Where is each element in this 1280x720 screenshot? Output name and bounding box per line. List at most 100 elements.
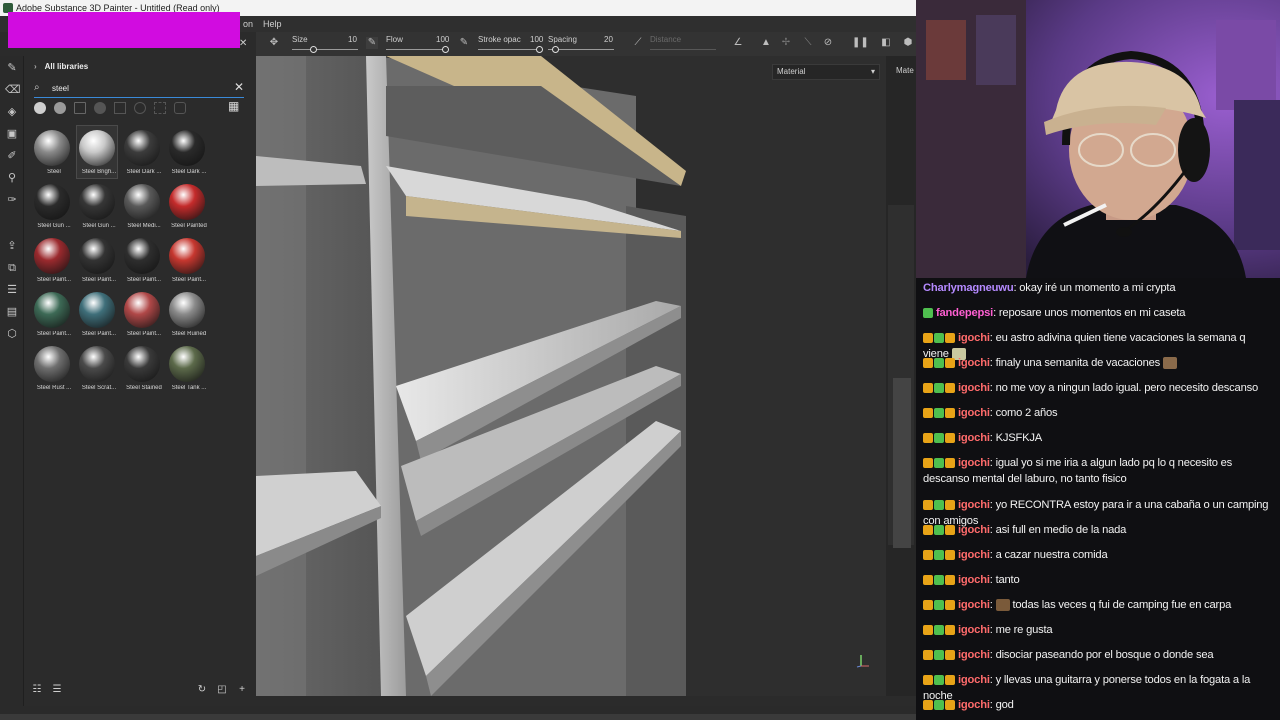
chat-username[interactable]: fandepepsi xyxy=(936,307,993,319)
material-thumbnail[interactable]: Steel Scrat... xyxy=(77,342,117,394)
user-badges xyxy=(923,547,956,563)
stroke-opacity-param[interactable]: Stroke opac 100 xyxy=(476,32,546,56)
filter-brushes-icon[interactable] xyxy=(114,102,126,114)
projection-icon[interactable]: ◈ xyxy=(5,105,19,119)
material-thumbnail[interactable]: Steel Paint... xyxy=(122,234,162,286)
flow-slider-track[interactable] xyxy=(386,49,448,50)
list-view-icon[interactable]: ☷ xyxy=(31,684,43,696)
material-thumbnail[interactable]: Steel Paint... xyxy=(32,234,72,286)
stroke-opacity-slider-handle[interactable] xyxy=(536,46,543,53)
material-thumbnail[interactable]: Steel Stained xyxy=(122,342,162,394)
size-param[interactable]: Size 10 xyxy=(290,32,360,56)
material-thumbnail[interactable]: Steel Tank ... xyxy=(167,342,207,394)
size-slider-track[interactable] xyxy=(292,49,358,50)
horizontal-scrollbar[interactable] xyxy=(0,714,916,720)
curve-icon[interactable]: ⟍ xyxy=(802,37,814,49)
properties-scrollbar[interactable] xyxy=(893,378,911,548)
asset-search[interactable]: ⌕ steel ✕ xyxy=(34,80,244,98)
material-thumbnail[interactable]: Steel Brigh... xyxy=(76,125,118,179)
spacing-slider-handle[interactable] xyxy=(552,46,559,53)
chat-username[interactable]: igochi xyxy=(958,499,990,511)
filter-alphas-icon[interactable] xyxy=(154,102,166,114)
flow-param[interactable]: Flow 100 xyxy=(384,32,452,56)
size-slider-handle[interactable] xyxy=(310,46,317,53)
flow-brush-icon[interactable]: ✎ xyxy=(366,37,378,49)
symmetry-icon[interactable]: ✥ xyxy=(268,37,280,49)
refresh-icon[interactable]: ↻ xyxy=(196,684,208,696)
chat-username[interactable]: igochi xyxy=(958,549,990,561)
add-icon[interactable]: + xyxy=(236,684,248,696)
viewport-mode-select[interactable]: Material ▾ xyxy=(772,64,880,80)
material-thumbnail[interactable]: Steel Gun ... xyxy=(32,180,72,232)
mirror-icon[interactable]: ▲ xyxy=(760,37,772,49)
material-thumbnail[interactable]: Steel Ruined xyxy=(167,288,207,340)
pause-icon[interactable]: ❚❚ xyxy=(852,37,869,49)
picker-icon[interactable]: ✑ xyxy=(5,193,19,207)
filter-materials-icon[interactable] xyxy=(34,102,46,114)
layers-icon[interactable]: ▤ xyxy=(5,305,19,319)
chat-username[interactable]: igochi xyxy=(958,357,990,369)
grid-view-icon[interactable]: ▦ xyxy=(228,100,240,112)
close-icon[interactable]: ✕ xyxy=(239,38,247,49)
chat-username[interactable]: igochi xyxy=(958,649,990,661)
search-input[interactable]: steel xyxy=(52,84,69,93)
display-icon[interactable]: ◧ xyxy=(880,37,892,49)
filter-environments-icon[interactable] xyxy=(174,102,186,114)
chat-username[interactable]: igochi xyxy=(958,574,990,586)
material-thumbnail[interactable]: Steel Paint... xyxy=(77,234,117,286)
material-thumbnail[interactable]: Steel Paint... xyxy=(167,234,207,286)
chevron-right-icon[interactable]: › xyxy=(34,62,37,71)
material-thumbnail[interactable]: Steel xyxy=(32,126,72,178)
angle-icon[interactable]: ∠ xyxy=(732,37,744,49)
filter-textures-icon[interactable] xyxy=(74,102,86,114)
chat-username[interactable]: igochi xyxy=(958,332,990,344)
menu-item-help[interactable]: Help xyxy=(263,16,282,32)
export-icon[interactable]: ⇪ xyxy=(5,239,19,253)
material-thumbnail[interactable]: Steel Dark ... xyxy=(167,126,207,178)
lazy-mouse-icon[interactable]: ⟋ xyxy=(632,37,644,49)
filter-particles-icon[interactable] xyxy=(134,102,146,114)
polygon-fill-icon[interactable]: ▣ xyxy=(5,127,19,141)
material-thumbnail[interactable]: Steel Paint... xyxy=(32,288,72,340)
chat-username[interactable]: igochi xyxy=(958,407,990,419)
chat-username[interactable]: igochi xyxy=(958,699,990,711)
material-thumbnail[interactable]: Steel Paint... xyxy=(122,288,162,340)
library-header[interactable]: › All libraries xyxy=(34,62,88,71)
clone-icon[interactable]: ⚲ xyxy=(5,171,19,185)
clear-search-icon[interactable]: ✕ xyxy=(234,80,244,94)
material-thumbnail[interactable]: Steel Medi... xyxy=(122,180,162,232)
bake-icon[interactable]: ⧉ xyxy=(5,261,19,275)
chat-username[interactable]: igochi xyxy=(958,524,990,536)
chat-username[interactable]: igochi xyxy=(958,382,990,394)
chat-username[interactable]: igochi xyxy=(958,674,990,686)
flow-slider-handle[interactable] xyxy=(442,46,449,53)
filter-filters-icon[interactable] xyxy=(94,102,106,114)
shelf-icon[interactable]: ☰ xyxy=(5,283,19,297)
filter-list-icon[interactable]: ☰ xyxy=(51,684,63,696)
spacing-param[interactable]: Spacing 20 xyxy=(546,32,618,56)
material-thumbnail[interactable]: Steel Paint... xyxy=(77,288,117,340)
chat-username[interactable]: igochi xyxy=(958,432,990,444)
stroke-opacity-slider-track[interactable] xyxy=(478,49,542,50)
chat-username[interactable]: igochi xyxy=(958,624,990,636)
filter-smart-materials-icon[interactable] xyxy=(54,102,66,114)
stroke-brush-icon[interactable]: ✎ xyxy=(458,37,470,49)
camera-icon[interactable]: ✢ xyxy=(780,37,792,49)
tab-material[interactable]: Mate xyxy=(896,66,914,75)
disable-icon[interactable]: ⊘ xyxy=(822,37,834,49)
eraser-icon[interactable]: ⌫ xyxy=(5,83,21,97)
plugins-icon[interactable]: ⬡ xyxy=(5,327,19,341)
cube-icon[interactable]: ⬢ xyxy=(902,37,914,49)
material-thumbnail[interactable]: Steel Gun ... xyxy=(77,180,117,232)
new-folder-icon[interactable]: ◰ xyxy=(216,684,228,696)
material-thumbnail[interactable]: Steel Rust ... xyxy=(32,342,72,394)
3d-viewport[interactable]: Material ▾ xyxy=(256,56,886,696)
material-thumbnail[interactable]: Steel Painted xyxy=(167,180,207,232)
menu-item-partial[interactable]: on xyxy=(243,16,253,32)
chat-username[interactable]: igochi xyxy=(958,599,990,611)
material-thumbnail[interactable]: Steel Dark ... xyxy=(122,126,162,178)
smudge-icon[interactable]: ✐ xyxy=(5,149,19,163)
paint-brush-icon[interactable]: ✎ xyxy=(5,61,19,75)
chat-username[interactable]: igochi xyxy=(958,457,990,469)
chat-username[interactable]: Charlymagneuwu xyxy=(923,282,1014,294)
